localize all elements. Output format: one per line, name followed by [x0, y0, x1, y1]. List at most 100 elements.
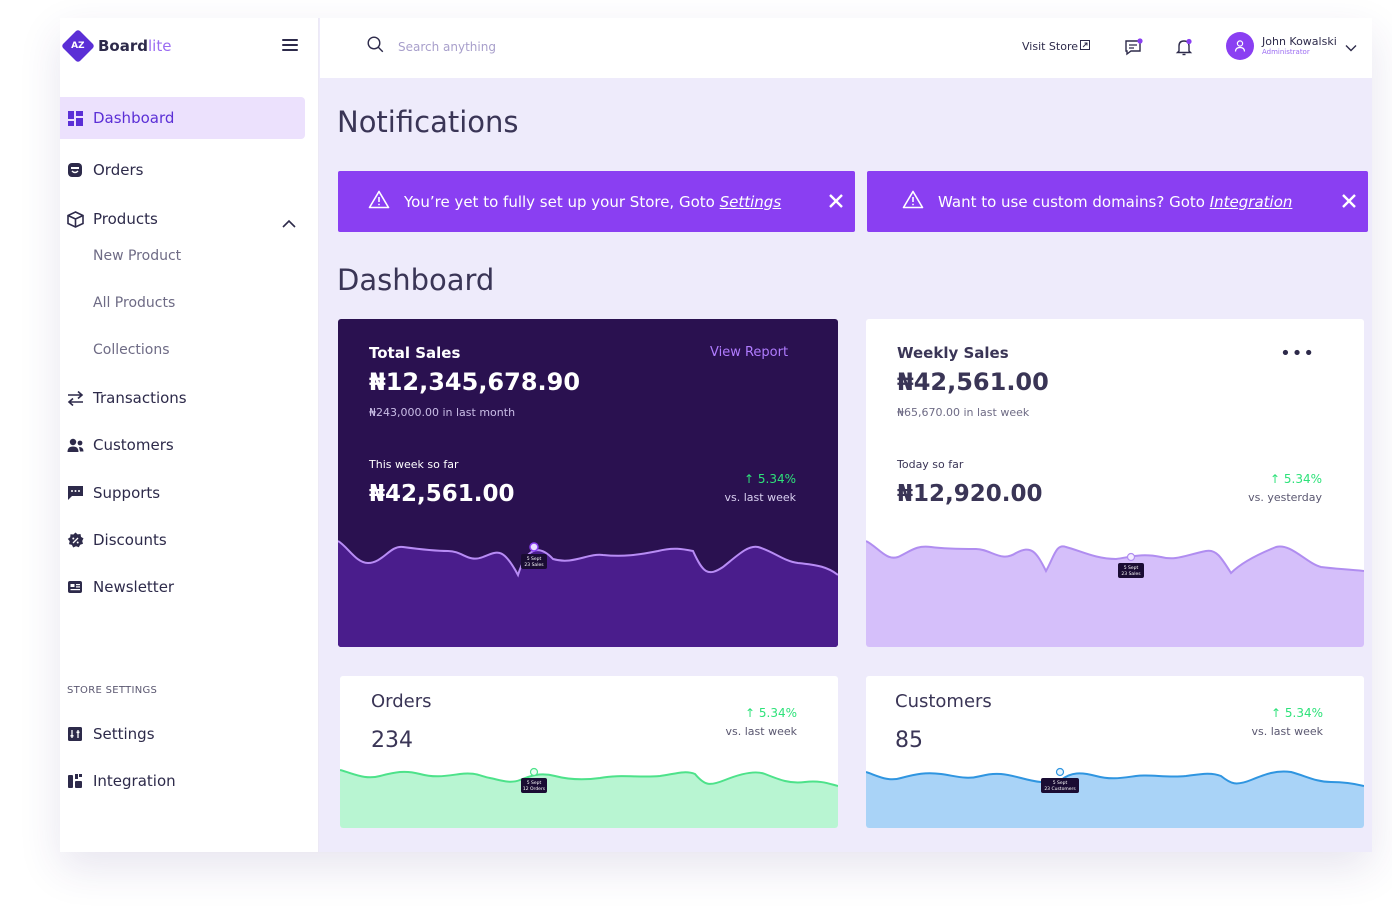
sidebar: AZ Boardlite Dashboard Orders Products N…	[60, 18, 319, 852]
integration-link[interactable]: Integration	[1210, 193, 1293, 211]
orders-icon	[66, 161, 84, 179]
sidebar-item-label: Orders	[93, 161, 144, 179]
logo-mark: AZ	[61, 29, 95, 63]
warning-icon	[368, 190, 390, 213]
logo-text: Boardlite	[98, 37, 171, 55]
user-menu[interactable]: John Kowalski Administrator	[1226, 32, 1357, 60]
customers-icon	[66, 436, 84, 454]
sidebar-item-transactions[interactable]: Transactions	[60, 377, 305, 419]
total-sales-card: Total Sales View Report ₦12,345,678.90 ₦…	[338, 319, 838, 647]
today-value: ₦12,920.00	[897, 481, 1043, 507]
tooltip-value: 23 Customers	[1044, 786, 1076, 792]
change-value: 5.34%	[1283, 472, 1322, 486]
sidebar-item-label: Customers	[93, 436, 174, 454]
alert-text: You’re yet to fully set up your Store, G…	[404, 192, 720, 211]
notifications-title: Notifications	[337, 105, 519, 139]
sidebar-subitem-all-products[interactable]: All Products	[93, 295, 175, 311]
chevron-down-icon[interactable]	[1345, 37, 1357, 56]
search-input[interactable]: Search anything	[398, 40, 496, 54]
settings-link[interactable]: Settings	[720, 193, 782, 211]
products-icon	[66, 210, 84, 228]
comparison-label: vs. yesterday	[1248, 491, 1322, 504]
card-title: Total Sales	[369, 344, 461, 362]
sidebar-item-label: Transactions	[93, 389, 187, 407]
chevron-up-icon[interactable]	[282, 214, 296, 232]
visit-store-label: Visit Store	[1022, 40, 1079, 53]
sidebar-item-supports[interactable]: Supports	[60, 472, 305, 514]
weekly-sales-sparkline: 5 Sept 23 Sales	[866, 540, 1364, 647]
sidebar-subitem-collections[interactable]: Collections	[93, 342, 170, 358]
integration-icon	[66, 772, 84, 790]
weekly-sales-value: ₦42,561.00	[897, 368, 1049, 396]
user-info: John Kowalski Administrator	[1262, 36, 1337, 56]
search-icon	[367, 36, 384, 57]
more-options-icon[interactable]: •••	[1280, 343, 1315, 364]
tooltip-date: 5 Sept	[527, 556, 542, 562]
sidebar-item-dashboard[interactable]: Dashboard	[60, 97, 305, 139]
close-icon[interactable]	[1342, 194, 1356, 212]
sidebar-item-products[interactable]: Products	[60, 198, 305, 240]
user-name: John Kowalski	[1262, 35, 1337, 48]
sidebar-item-settings[interactable]: Settings	[60, 713, 305, 755]
total-sales-value: ₦12,345,678.90	[369, 368, 581, 396]
sidebar-item-label: Supports	[93, 484, 161, 502]
avatar	[1226, 32, 1254, 60]
tooltip-value: 23 Sales	[1121, 571, 1141, 577]
weekly-sales-card: Weekly Sales ••• ₦42,561.00 ₦65,670.00 i…	[866, 319, 1364, 647]
change-value: 5.34%	[758, 706, 797, 720]
dashboard-icon	[66, 109, 84, 127]
alert-message: You’re yet to fully set up your Store, G…	[404, 193, 781, 211]
warning-icon	[902, 190, 924, 213]
last-week-value: ₦65,670.00 in last week	[897, 406, 1030, 419]
sidebar-item-label: Discounts	[93, 531, 167, 549]
sidebar-item-customers[interactable]: Customers	[60, 424, 305, 466]
alert-text: Want to use custom domains? Goto	[938, 192, 1210, 211]
comparison-label: vs. last week	[1251, 725, 1323, 738]
change-indicator: ↑ 5.34%	[745, 706, 797, 720]
external-link-icon	[1080, 40, 1091, 53]
week-label: This week so far	[369, 458, 459, 471]
alert-setup-store: You’re yet to fully set up your Store, G…	[338, 171, 855, 232]
comparison-label: vs. last week	[725, 725, 797, 738]
tooltip-date: 5 Sept	[527, 780, 542, 786]
view-report-link[interactable]: View Report	[710, 345, 788, 360]
sidebar-item-integration[interactable]: Integration	[60, 760, 305, 802]
search-bar[interactable]: Search anything	[367, 36, 496, 57]
change-value: 5.34%	[757, 472, 796, 486]
notification-bell-icon[interactable]	[1174, 37, 1194, 57]
change-indicator: ↑ 5.34%	[1271, 706, 1323, 720]
comparison-label: vs. last week	[724, 491, 796, 504]
settings-icon	[66, 725, 84, 743]
menu-toggle-icon[interactable]	[282, 39, 298, 51]
orders-sparkline: 5 Sept 12 Orders	[340, 767, 838, 828]
user-role: Administrator	[1262, 48, 1310, 56]
week-value: ₦42,561.00	[369, 481, 515, 507]
customers-value: 85	[895, 728, 923, 753]
alert-message: Want to use custom domains? Goto Integra…	[938, 193, 1292, 211]
change-value: 5.34%	[1284, 706, 1323, 720]
tooltip-date: 5 Sept	[1124, 565, 1139, 571]
tooltip-value: 23 Sales	[524, 562, 544, 568]
sidebar-item-newsletter[interactable]: Newsletter	[60, 566, 305, 608]
store-settings-label: STORE SETTINGS	[67, 685, 158, 696]
logo[interactable]: AZ Boardlite	[61, 29, 171, 63]
sidebar-item-label: Dashboard	[93, 109, 175, 127]
logo-badge: AZ	[71, 41, 85, 51]
close-icon[interactable]	[829, 194, 843, 212]
transactions-icon	[66, 389, 84, 407]
orders-value: 234	[371, 728, 413, 753]
sidebar-subitem-new-product[interactable]: New Product	[93, 248, 181, 264]
tooltip-value: 12 Orders	[523, 786, 546, 792]
orders-card: Orders 234 ↑ 5.34% vs. last week 5 Sept …	[340, 676, 838, 828]
card-title: Weekly Sales	[897, 344, 1009, 362]
customers-card: Customers 85 ↑ 5.34% vs. last week 5 Sep…	[866, 676, 1364, 828]
user-icon	[1234, 40, 1246, 52]
visit-store-link[interactable]: Visit Store	[1022, 40, 1091, 53]
messages-icon[interactable]	[1124, 37, 1144, 57]
sidebar-item-orders[interactable]: Orders	[60, 149, 305, 191]
dashboard-title: Dashboard	[337, 263, 495, 297]
last-month-value: ₦243,000.00 in last month	[369, 406, 516, 419]
sidebar-item-discounts[interactable]: Discounts	[60, 519, 305, 561]
discounts-icon	[66, 531, 84, 549]
logo-name-light: lite	[148, 37, 172, 55]
